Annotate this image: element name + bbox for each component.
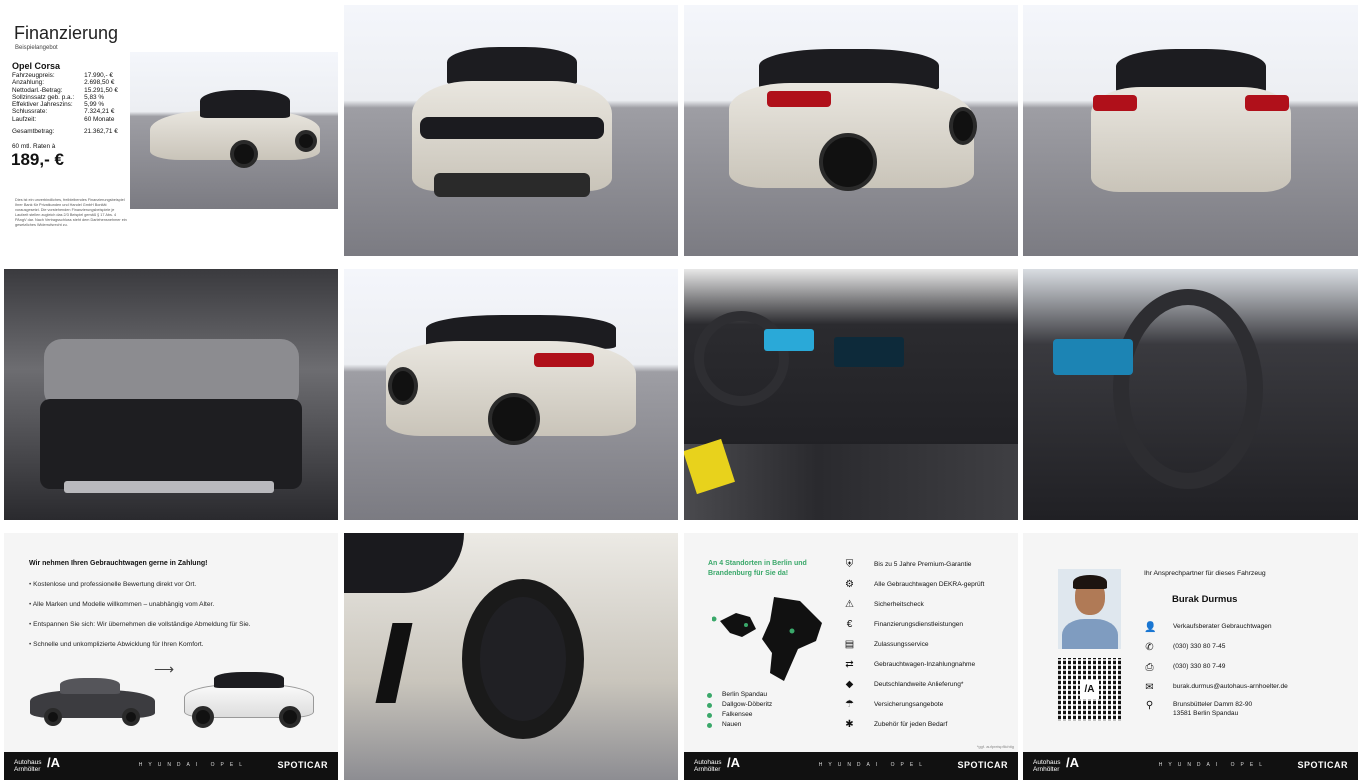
- insurance-icon: ☂: [845, 699, 854, 710]
- spoticar-logo: SPOTICAR: [1297, 760, 1348, 770]
- table-row: Effektiver Jahreszins: 5,99 %: [12, 101, 105, 109]
- warning-icon: ⚠: [845, 599, 854, 610]
- total-amount: Gesamtbetrag: 21.362,71 €: [12, 128, 118, 135]
- old-car-illustration: [30, 676, 155, 726]
- rate-label: 60 mtl. Raten à: [12, 143, 56, 150]
- footnote: *ggf. aufpreispflichtig: [976, 744, 1014, 749]
- tradein-tile[interactable]: Wir nehmen Ihren Gebrauchtwagen gerne in…: [4, 533, 338, 780]
- list-item: Kostenlose und professionelle Bewertung …: [29, 575, 251, 595]
- photo-front-quarter-small[interactable]: [130, 52, 338, 209]
- accessories-icon: ✱: [845, 719, 854, 730]
- locations-title: An 4 Standorten in Berlin und Brandenbur…: [708, 560, 807, 577]
- photo-rear-quarter[interactable]: [684, 5, 1018, 256]
- list-item: ✱ Zubehör für jeden Bedarf: [845, 719, 948, 730]
- brand-logos: HYUNDAI OPEL: [138, 762, 248, 768]
- list-item: ⚲ Brunsbütteler Damm 82-90 13581 Berlin Sp…: [1145, 700, 1253, 717]
- list-item: Schnelle und unkomplizierte Abwicklung f…: [29, 635, 251, 655]
- mail-icon: ✉: [1145, 682, 1154, 693]
- footer-bar: Autohaus Arnhölter/A HYUNDAI OPEL SPOTICA…: [684, 752, 1018, 780]
- locations-tile[interactable]: An 4 Standorten in Berlin und Brandenbur…: [684, 533, 1018, 780]
- list-item: 👤 Verkaufsberater Gebrauchtwagen: [1144, 622, 1272, 633]
- list-item: Dallgow-Döberitz: [706, 701, 773, 708]
- registration-icon: ▤: [844, 639, 855, 650]
- photo-wheel-detail[interactable]: [344, 533, 678, 780]
- table-row: Anzahlung: 2.698,50 €: [12, 79, 115, 87]
- photo-side-rear[interactable]: [344, 269, 678, 520]
- photo-steering-wheel[interactable]: [1023, 269, 1358, 520]
- dealer-logo: Autohaus Arnhölter/A: [14, 755, 60, 773]
- list-item: ⎙ (030) 330 80 7-49: [1145, 662, 1226, 673]
- brand-logos: HYUNDAI OPEL: [1158, 762, 1268, 768]
- list-item[interactable]: ✆ (030) 330 80 7-45: [1144, 637, 1288, 657]
- dealer-logo: Autohaus Arnhölter/A: [694, 755, 740, 773]
- phone-icon: ✆: [1145, 642, 1154, 653]
- financing-subtitle: Beispielangebot: [15, 45, 58, 51]
- brand-logos: HYUNDAI OPEL: [818, 762, 928, 768]
- list-item: ⚙ Alle Gebrauchtwagen DEKRA-geprüft: [845, 579, 985, 590]
- money-icon: €: [846, 619, 853, 630]
- footer-bar: Autohaus Arnhölter/A HYUNDAI OPEL SPOTICA…: [4, 752, 338, 780]
- dealer-logo: Autohaus Arnhölter/A: [1033, 755, 1079, 773]
- table-row: Fahrzeugpreis: 17.990,- €: [12, 72, 113, 79]
- map-icon: [712, 597, 822, 681]
- list-item: Alle Marken und Modelle willkommen – una…: [29, 595, 251, 615]
- location-list: Berlin Spandau Dallgow-Döberitz Falkense…: [706, 690, 773, 730]
- contact-tile[interactable]: /A Ihr Ansprechpartner für dieses Fahrze…: [1023, 533, 1358, 780]
- financing-tile[interactable]: Finanzierung Beispielangebot Opel Corsa …: [4, 5, 130, 256]
- fineprint: Dies ist ein unverbindliches, freibleibe…: [15, 198, 127, 227]
- list-item[interactable]: ✉ burak.durmus@autohaus-arnhoelter.de: [1144, 677, 1288, 697]
- contact-name: Burak Durmus: [1172, 594, 1238, 605]
- tradein-list: Kostenlose und professionelle Bewertung …: [29, 575, 251, 655]
- tradein-title: Wir nehmen Ihren Gebrauchtwagen gerne in…: [29, 560, 208, 567]
- list-item: Berlin Spandau: [706, 690, 772, 700]
- spoticar-logo: SPOTICAR: [277, 760, 328, 770]
- contact-details: 👤 Verkaufsberater Gebrauchtwagen ✆ (030) 3…: [1144, 617, 1288, 718]
- list-item: Entspannen Sie sich: Wir übernehmen die …: [29, 615, 250, 635]
- list-item: ◆ Deutschlandweite Anlieferung*: [845, 679, 964, 690]
- qr-code-icon[interactable]: /A: [1058, 658, 1121, 721]
- list-item: ⚠ Sicherheitscheck: [845, 599, 924, 610]
- list-item: ⛨ Bis zu 5 Jahre Premium-Garantie: [845, 559, 972, 570]
- table-row: Nettodarl.-Betrag: 15.291,50 €: [12, 86, 118, 94]
- photo-front[interactable]: [344, 5, 678, 256]
- car-check-icon: ⚙: [845, 579, 854, 590]
- tradein-icon: ⇄: [845, 659, 854, 670]
- photo-trunk[interactable]: [4, 269, 338, 520]
- table-row: Schlussrate: 7.324,21 €: [12, 108, 115, 116]
- photo-rear[interactable]: [1023, 5, 1358, 256]
- avatar: [1058, 569, 1121, 649]
- person-icon: 👤: [1144, 622, 1157, 633]
- list-item: € Finanzierungsdienstleistungen: [844, 615, 984, 635]
- contact-heading: Ihr Ansprechpartner für dieses Fahrzeug: [1144, 570, 1266, 577]
- monthly-price: 189,- €: [11, 150, 64, 169]
- germany-icon: ◆: [845, 679, 854, 690]
- list-item: ▤ Zulassungsservice: [844, 639, 929, 650]
- list-item: Falkensee: [706, 710, 772, 720]
- footer-bar: Autohaus Arnhölter/A HYUNDAI OPEL SPOTICA…: [1023, 752, 1358, 780]
- financing-title: Finanzierung: [14, 23, 119, 43]
- arrow-icon: ⟶: [154, 661, 175, 677]
- table-row: Laufzeit: 60 Monate: [12, 115, 115, 123]
- financing-table: Fahrzeugpreis: 17.990,- € Anzahlung: 2.698…: [12, 72, 118, 123]
- list-item: ☂ Versicherungsangebote: [845, 699, 944, 710]
- dealer-logo: /A: [1080, 680, 1099, 699]
- shield-icon: ⛨: [845, 559, 854, 570]
- table-row: Sollzinssatz geb. p.a.: 5,83 %: [12, 93, 105, 101]
- photo-cockpit[interactable]: [684, 269, 1018, 520]
- services-list: ⛨ Bis zu 5 Jahre Premium-Garantie ⚙ Alle G…: [844, 555, 985, 735]
- list-item: Nauen: [706, 720, 772, 730]
- model-name: Opel Corsa: [12, 61, 61, 71]
- location-pin-icon: ⚲: [1145, 700, 1154, 711]
- list-item: ⇄ Gebrauchtwagen-Inzahlungnahme: [845, 659, 976, 670]
- new-car-illustration: [184, 668, 314, 728]
- spoticar-logo: SPOTICAR: [957, 760, 1008, 770]
- fax-icon: ⎙: [1145, 662, 1154, 673]
